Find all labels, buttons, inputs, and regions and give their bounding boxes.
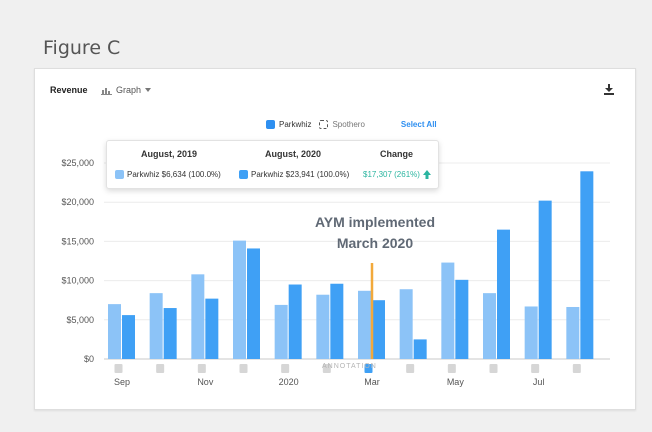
bar (191, 274, 205, 359)
tooltip-swatch-curr (239, 170, 248, 179)
tooltip-box: August, 2019 August, 2020 Change Parkwhi… (106, 140, 439, 189)
bar (108, 304, 121, 359)
bar (483, 293, 496, 359)
annotation-line1: AYM implemented (314, 214, 436, 230)
bar (316, 294, 330, 359)
bar (399, 289, 413, 359)
axis-marker (156, 364, 165, 373)
bar (288, 284, 302, 359)
tooltip-value-prev-text: Parkwhiz $6,634 (100.0%) (127, 170, 221, 179)
x-tick-label: Jul (533, 377, 545, 387)
y-tick-label: $10,000 (61, 276, 94, 286)
bar (358, 290, 371, 359)
axis-marker (406, 364, 415, 373)
bar (441, 262, 455, 359)
y-tick-label: $15,000 (61, 236, 94, 246)
axis-marker (531, 364, 540, 373)
x-tick-label: Nov (197, 377, 214, 387)
tooltip-value-prev: Parkwhiz $6,634 (100.0%) (115, 170, 221, 179)
axis-marker (489, 364, 498, 373)
bar (580, 171, 594, 359)
bar (163, 308, 177, 359)
axis-marker (572, 364, 581, 373)
axis-marker (239, 364, 248, 373)
axis-marker (114, 364, 123, 373)
bar (538, 200, 552, 359)
axis-marker (447, 364, 456, 373)
x-tick-label: 2020 (279, 377, 299, 387)
axis-marker (197, 364, 206, 373)
tooltip-header-change: Change (380, 149, 414, 159)
axis-marker (281, 364, 290, 373)
tooltip-header-curr: August, 2020 (265, 149, 322, 159)
annotation-line2: March 2020 (336, 235, 414, 251)
tooltip-value-curr: Parkwhiz $23,941 (100.0%) (239, 170, 349, 179)
bar (122, 315, 135, 359)
y-tick-label: $20,000 (61, 197, 94, 207)
tooltip-swatch-prev (115, 170, 124, 179)
tooltip-value-change-text: $17,307 (261%) (363, 170, 420, 179)
tooltip-header-prev: August, 2019 (141, 149, 198, 159)
y-tick-label: $0 (84, 354, 94, 364)
y-tick-label: $5,000 (66, 315, 94, 325)
bar (330, 283, 344, 359)
x-tick-label: May (447, 377, 465, 387)
bar (247, 248, 260, 359)
annotation-text: AYM implemented March 2020 (300, 212, 450, 254)
bar (455, 279, 469, 359)
x-tick-label: Mar (364, 377, 380, 387)
bar (372, 300, 385, 359)
bar (524, 306, 538, 359)
bar (149, 293, 163, 359)
bar (566, 306, 580, 359)
tooltip-value-curr-text: Parkwhiz $23,941 (100.0%) (251, 170, 350, 179)
tooltip-value-change: $17,307 (261%) (363, 170, 431, 179)
bar (497, 229, 510, 359)
bar (413, 339, 427, 359)
y-tick-label: $25,000 (61, 158, 94, 168)
bar (233, 240, 246, 359)
watermark-text: ANNOTATION (322, 363, 377, 370)
arrow-up-icon (422, 170, 431, 179)
x-tick-label: Sep (114, 377, 130, 387)
bar (274, 304, 288, 359)
bar (205, 298, 219, 359)
